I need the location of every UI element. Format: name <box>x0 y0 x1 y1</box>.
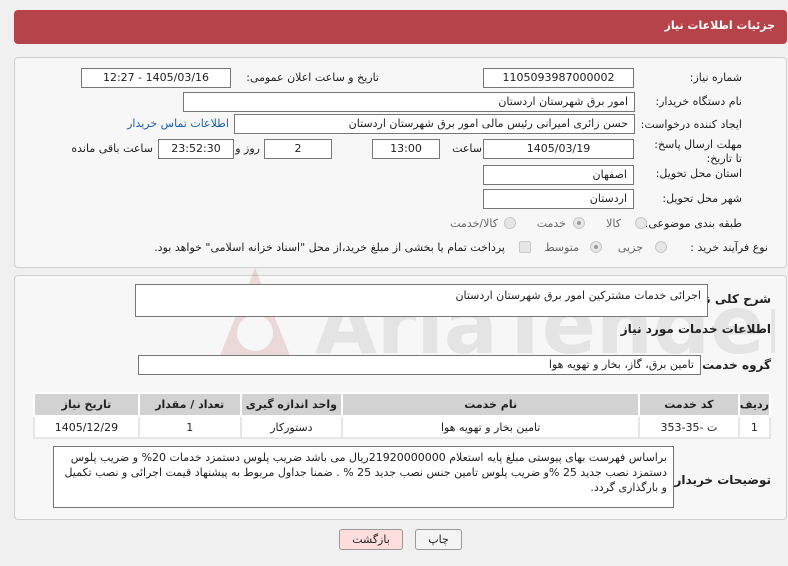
cell-date: 1405/12/29 <box>33 415 140 439</box>
buyer-notes-field: براساس فهرست بهای پیوستی مبلغ پایه استعل… <box>53 446 674 508</box>
category-both-radio[interactable] <box>504 217 516 229</box>
buyer-notes-label: توضیحات خریدار: <box>669 473 771 487</box>
deadline-label: مهلت ارسال پاسخ: تا تاریخ: <box>654 138 742 165</box>
category-service-label: خدمت <box>536 217 566 230</box>
category-service-radio[interactable] <box>573 217 585 229</box>
col-date: تاریخ نیاز <box>33 392 140 417</box>
service-group-label: گروه خدمت: <box>697 358 771 372</box>
table-row: 1 ت -35-353 تامین بخار و تهویه هوا دستور… <box>33 415 772 439</box>
col-name: نام خدمت <box>341 392 641 417</box>
col-quantity: تعداد / مقدار <box>137 392 242 417</box>
category-both-label: کالا/خدمت <box>450 217 498 230</box>
cell-unit: دستورکار <box>239 415 344 439</box>
announce-field: 1405/03/16 - 12:27 <box>81 68 231 88</box>
announce-label: تاریخ و ساعت اعلان عمومی: <box>246 71 379 84</box>
buyer-org-label: نام دستگاه خریدار: <box>655 95 742 108</box>
buyer-org-field: امور برق شهرستان اردستان <box>183 92 635 112</box>
need-number-field: 1105093987000002 <box>483 68 634 88</box>
need-number-label: شماره نیاز: <box>689 71 742 84</box>
summary-field: اجرائی خدمات مشترکین امور برق شهرستان ار… <box>135 284 708 317</box>
col-row: ردیف <box>737 392 772 417</box>
cell-row: 1 <box>737 415 772 439</box>
services-section-title: اطلاعات خدمات مورد نیاز <box>620 322 771 336</box>
province-field: اصفهان <box>483 165 634 185</box>
city-label: شهر محل تحویل: <box>662 192 742 205</box>
service-group-field: تامین برق، گاز، بخار و تهویه هوا <box>138 355 701 375</box>
col-code: کد خدمت <box>638 392 740 417</box>
col-unit: واحد اندازه گیری <box>239 392 344 417</box>
requester-label: ایجاد کننده درخواست: <box>640 118 742 131</box>
process-label: نوع فرآیند خرید : <box>690 241 768 254</box>
process-medium-label: متوسط <box>544 241 579 254</box>
category-goods-radio[interactable] <box>635 217 647 229</box>
category-label: طبقه بندی موضوعی: <box>644 217 742 230</box>
page-header: جزئیات اطلاعات نیاز <box>14 10 787 44</box>
city-field: اردستان <box>483 189 634 209</box>
remaining-time-field: 23:52:30 <box>158 139 234 159</box>
cell-quantity: 1 <box>137 415 242 439</box>
buyer-contact-link[interactable]: اطلاعات تماس خریدار <box>127 117 229 130</box>
back-button[interactable]: بازگشت <box>339 529 403 550</box>
requester-field: حسن زائری امیرانی رئیس مالی امور برق شهر… <box>234 114 635 134</box>
process-medium-radio[interactable] <box>590 241 602 253</box>
page-title: جزئیات اطلاعات نیاز <box>664 19 776 32</box>
days-label: روز و <box>235 142 260 155</box>
cell-code: ت -35-353 <box>638 415 740 439</box>
cell-name: تامین بخار و تهویه هوا <box>341 415 641 439</box>
treasury-payment-text: پرداخت تمام یا بخشی از مبلغ خرید،از محل … <box>154 241 505 254</box>
process-minor-radio[interactable] <box>655 241 667 253</box>
remaining-label: ساعت باقی مانده <box>71 142 153 155</box>
days-remaining-field: 2 <box>264 139 332 159</box>
province-label: استان محل تحویل: <box>655 167 742 180</box>
treasury-payment-checkbox[interactable] <box>519 241 531 253</box>
process-minor-label: جزیی <box>617 241 643 254</box>
deadline-time-field: 13:00 <box>372 139 440 159</box>
deadline-date-field: 1405/03/19 <box>483 139 634 159</box>
print-button[interactable]: چاپ <box>415 529 462 550</box>
services-table: ردیف کد خدمت نام خدمت واحد اندازه گیری ت… <box>33 392 772 439</box>
category-goods-label: کالا <box>606 217 621 230</box>
table-header-row: ردیف کد خدمت نام خدمت واحد اندازه گیری ت… <box>33 392 772 417</box>
deadline-time-label: ساعت <box>452 142 482 155</box>
